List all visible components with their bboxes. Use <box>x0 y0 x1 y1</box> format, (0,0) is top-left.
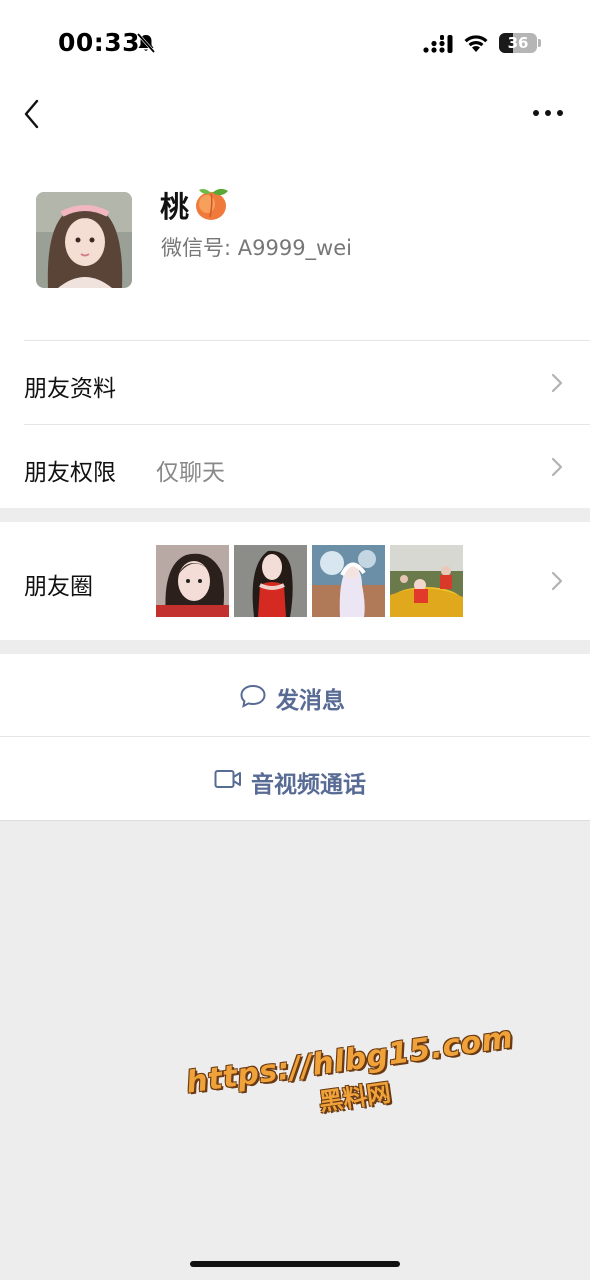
row-friend-permission-label[interactable]: 朋友权限 <box>24 453 116 487</box>
battery-icon: 36 <box>499 33 541 53</box>
back-icon[interactable] <box>18 96 48 132</box>
divider <box>0 820 590 821</box>
divider <box>0 736 590 737</box>
row-friend-permission-value: 仅聊天 <box>156 460 225 486</box>
profile-nickname: 桃 <box>160 190 190 224</box>
bell-muted-icon <box>136 33 156 53</box>
home-indicator[interactable] <box>190 1261 400 1267</box>
send-message-button[interactable]: 发消息 <box>276 681 345 715</box>
video-camera-icon[interactable] <box>214 768 242 790</box>
moments-thumbnail[interactable] <box>390 545 463 617</box>
divider <box>24 340 590 341</box>
wechat-id: 微信号: A9999_wei <box>161 236 352 260</box>
chevron-right-icon[interactable] <box>550 456 564 478</box>
peach-icon <box>196 188 228 220</box>
row-friend-info-label[interactable]: 朋友资料 <box>24 369 116 403</box>
status-time: 00:33 <box>58 28 141 57</box>
avatar[interactable] <box>36 192 132 288</box>
chevron-right-icon[interactable] <box>550 570 564 592</box>
battery-level: 36 <box>507 34 529 52</box>
moments-thumbnail[interactable] <box>312 545 385 617</box>
watermark: https://hlbg15.com 黑料网 <box>184 1020 520 1135</box>
signal-icon <box>423 35 453 53</box>
chevron-right-icon[interactable] <box>550 372 564 394</box>
divider <box>24 424 590 425</box>
status-bar: 00:33 36 <box>0 0 590 88</box>
more-icon[interactable] <box>528 100 568 126</box>
video-call-button[interactable]: 音视频通话 <box>251 765 366 799</box>
row-moments-label[interactable]: 朋友圈 <box>24 567 93 601</box>
wifi-icon <box>464 35 488 52</box>
moments-thumbnail[interactable] <box>234 545 307 617</box>
moments-thumbnail[interactable] <box>156 545 229 617</box>
chat-bubble-icon[interactable] <box>239 683 267 709</box>
